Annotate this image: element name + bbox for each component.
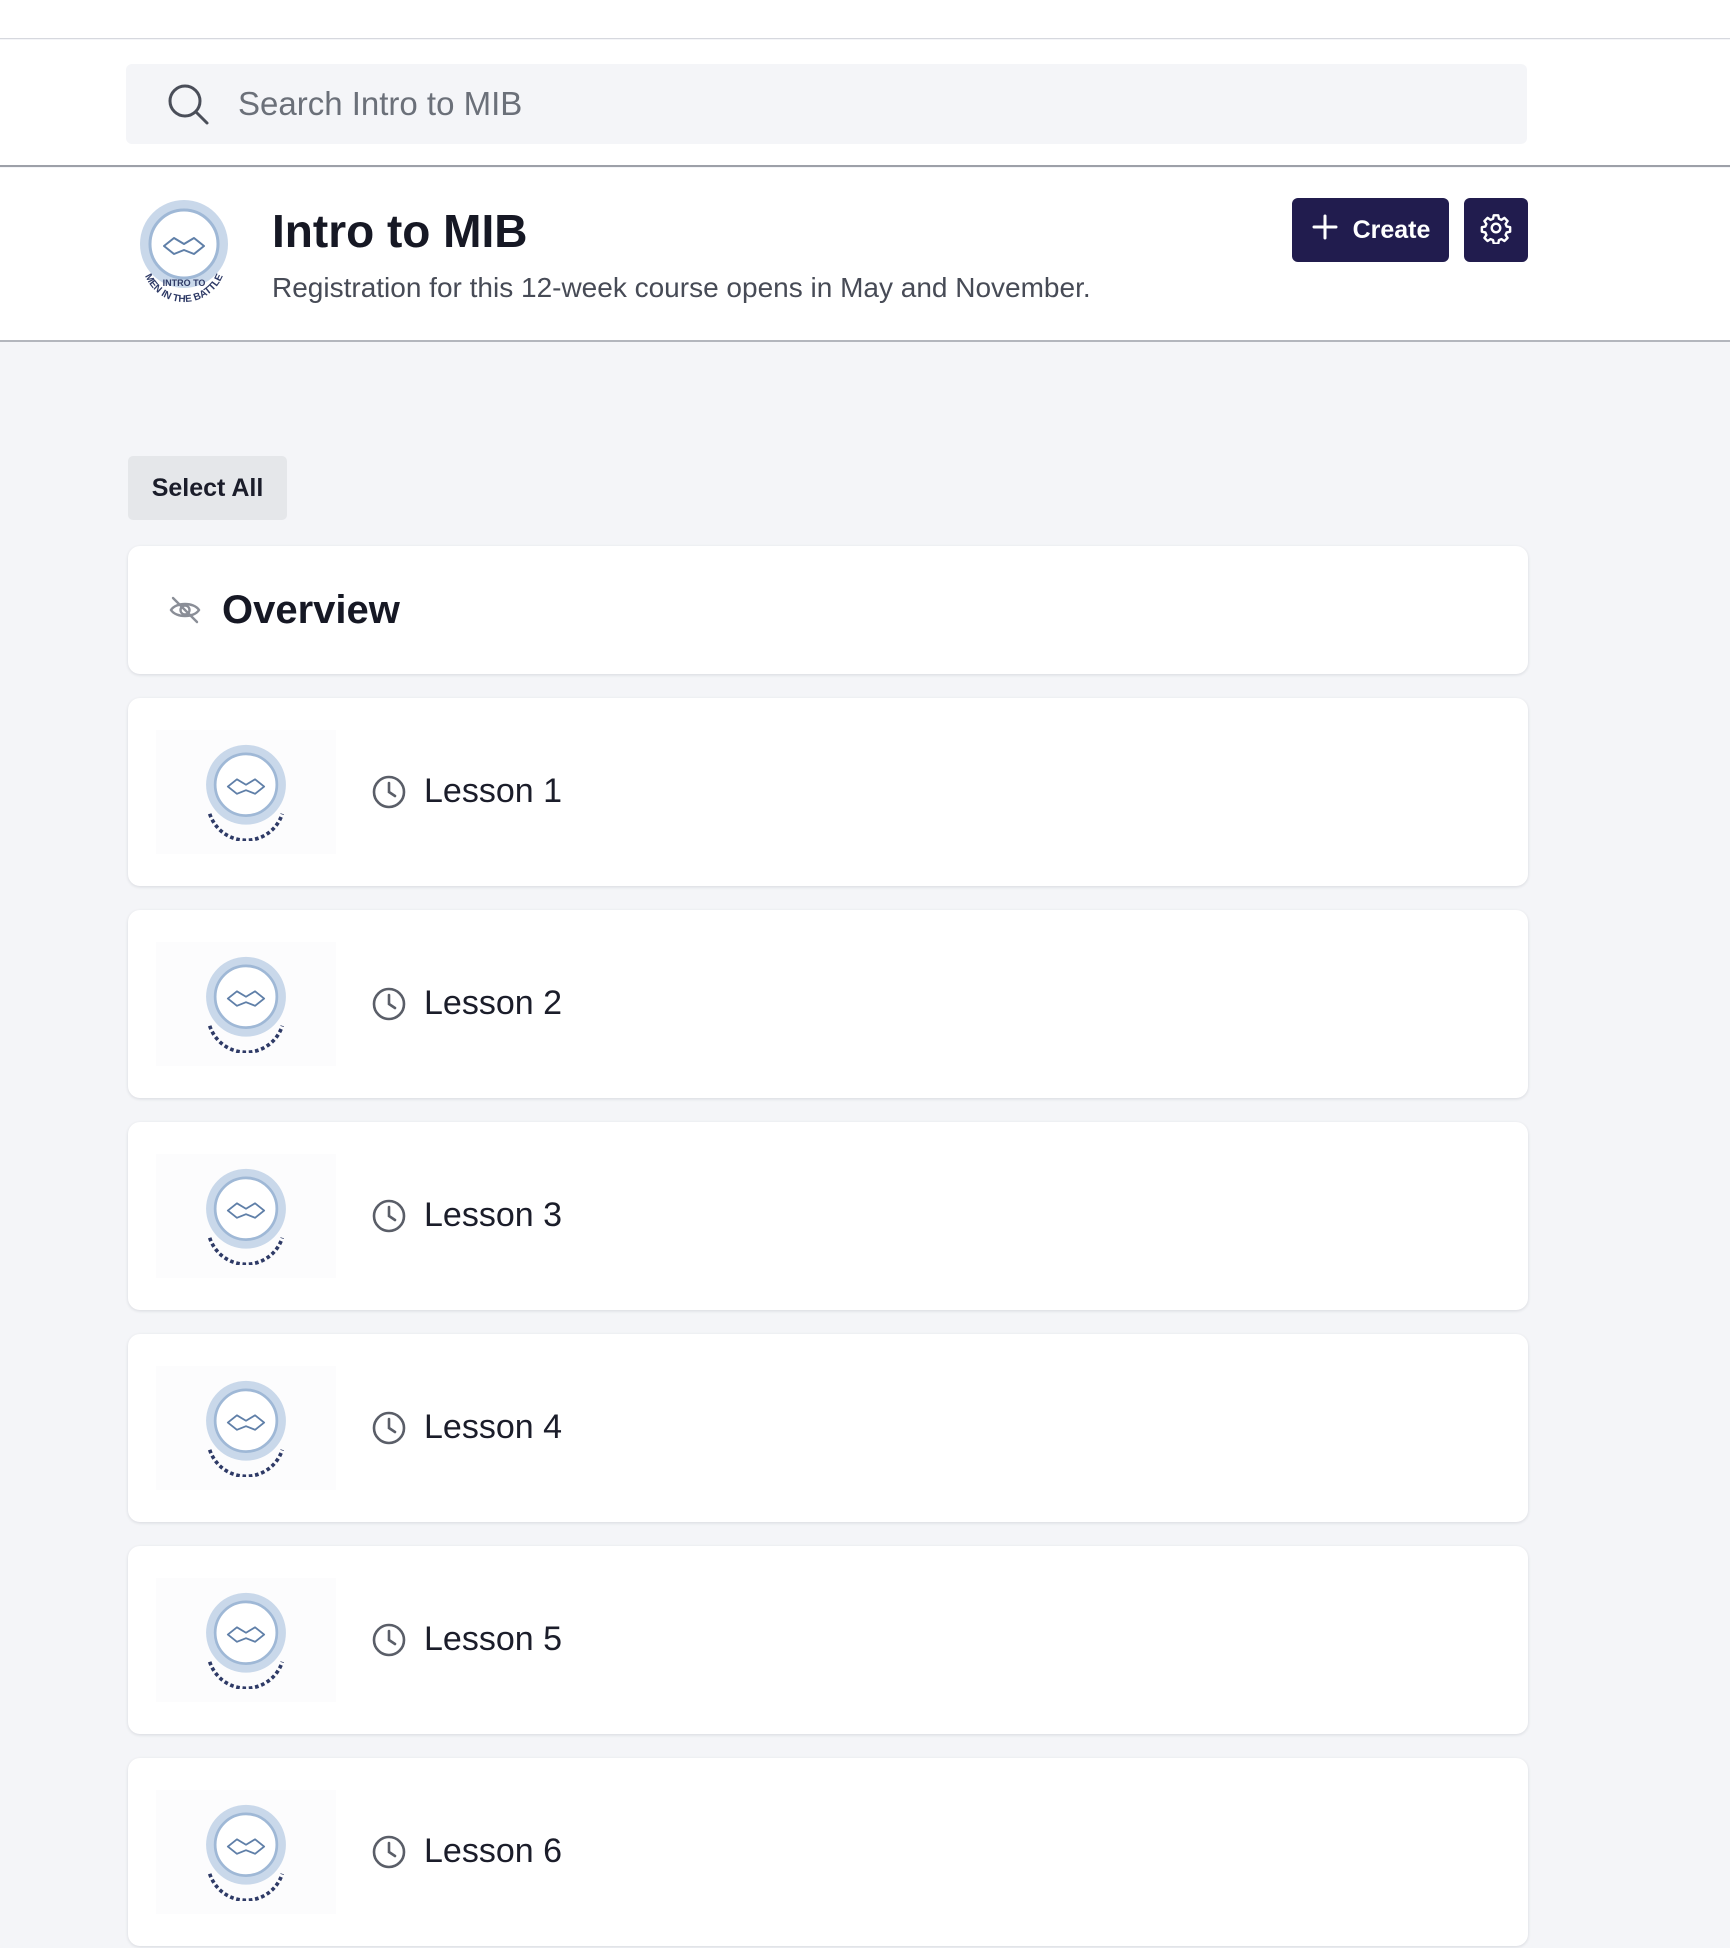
settings-button[interactable] — [1464, 198, 1528, 262]
lesson-title: Lesson 3 — [424, 1196, 562, 1234]
create-button[interactable]: Create — [1292, 198, 1449, 262]
lesson-thumbnail — [156, 730, 336, 854]
eye-off-icon — [168, 593, 202, 627]
lesson-thumbnail — [156, 1790, 336, 1914]
search-input[interactable] — [238, 85, 1438, 123]
search-box[interactable] — [126, 64, 1527, 144]
lesson-title: Lesson 1 — [424, 772, 562, 810]
clock-icon — [371, 986, 407, 1022]
lesson-title: Lesson 5 — [424, 1620, 562, 1658]
overview-section[interactable]: Overview — [128, 546, 1528, 674]
course-logo: INTRO TO MEN IN THE BATTLE — [134, 198, 234, 306]
select-all-button[interactable]: Select All — [128, 456, 287, 520]
lesson-thumbnail — [156, 1578, 336, 1702]
create-button-label: Create — [1352, 215, 1431, 244]
search-icon — [166, 82, 210, 126]
lesson-thumbnail — [156, 942, 336, 1066]
lesson-list: Lesson 1 Lesson 2 Lesson 3 Lesson 4 Less… — [128, 698, 1528, 1948]
page-title: Intro to MIB — [272, 205, 528, 257]
course-header: INTRO TO MEN IN THE BATTLE Intro to MIB … — [0, 168, 1730, 342]
course-description: Registration for this 12-week course ope… — [272, 272, 1091, 303]
clock-icon — [371, 1834, 407, 1870]
lesson-card[interactable]: Lesson 1 — [128, 698, 1528, 886]
top-strip — [0, 0, 1730, 39]
lesson-card[interactable]: Lesson 2 — [128, 910, 1528, 1098]
clock-icon — [371, 774, 407, 810]
lesson-title: Lesson 2 — [424, 984, 562, 1022]
search-bar-area — [0, 40, 1730, 167]
lesson-title: Lesson 4 — [424, 1408, 562, 1446]
logo-text-top: INTRO TO — [163, 278, 206, 288]
lesson-card[interactable]: Lesson 6 — [128, 1758, 1528, 1946]
clock-icon — [371, 1198, 407, 1234]
lesson-card[interactable]: Lesson 3 — [128, 1122, 1528, 1310]
overview-label: Overview — [222, 587, 400, 632]
lesson-thumbnail — [156, 1366, 336, 1490]
plus-icon — [1311, 213, 1339, 248]
clock-icon — [371, 1410, 407, 1446]
lesson-card[interactable]: Lesson 4 — [128, 1334, 1528, 1522]
gear-icon — [1480, 212, 1512, 249]
clock-icon — [371, 1622, 407, 1658]
lesson-card[interactable]: Lesson 5 — [128, 1546, 1528, 1734]
lesson-thumbnail — [156, 1154, 336, 1278]
lesson-title: Lesson 6 — [424, 1832, 562, 1870]
